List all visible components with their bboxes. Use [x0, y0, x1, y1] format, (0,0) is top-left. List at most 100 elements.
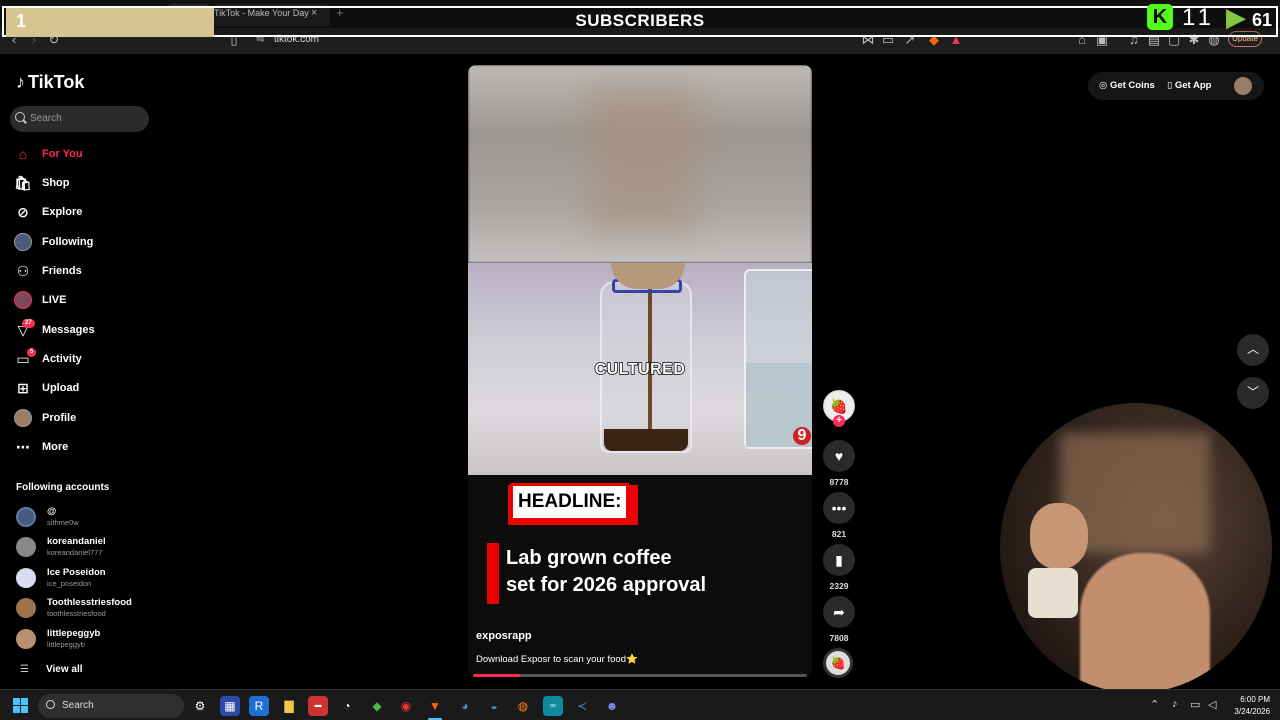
app-icon-7[interactable]: ◆	[367, 696, 387, 716]
video-progress-bar[interactable]	[473, 674, 807, 677]
taskbar-search[interactable]: Search	[38, 694, 184, 718]
tiktok-logo[interactable]: ♪ TikTok	[16, 72, 84, 93]
network-icon[interactable]: ▭	[1190, 698, 1200, 711]
discord-icon[interactable]: ☻	[602, 696, 622, 716]
following-accounts-header: Following accounts	[16, 482, 110, 493]
brave-browser-icon[interactable]: ▼	[425, 696, 445, 716]
account-name: littlepeggyb	[47, 628, 101, 639]
sidebar-item-upload[interactable]: ⊞ Upload	[14, 377, 154, 399]
file-explorer-icon[interactable]: ▇	[279, 696, 299, 716]
app-icon-6[interactable]: ◔	[337, 696, 357, 716]
sidebar-item-live[interactable]: LIVE	[14, 289, 154, 311]
sidebar-item-label: More	[42, 441, 69, 453]
upload-icon: ⊞	[17, 380, 29, 396]
search-icon	[15, 112, 25, 122]
sidebar-item-for-you[interactable]: ⌂ For You	[14, 143, 154, 165]
share-count: 7808	[829, 633, 849, 643]
webcam-person	[1080, 553, 1210, 693]
sidebar-item-label: Shop	[42, 177, 70, 189]
video-player[interactable]: 9 CULTURED HEADLINE: Lab grown coffee se…	[468, 65, 812, 677]
microphone-icon[interactable]: ♪	[1172, 698, 1178, 710]
story-accent-bar	[487, 543, 499, 604]
share-icon[interactable]: ➦	[823, 596, 855, 628]
sidebar-item-explore[interactable]: ⊘ Explore	[14, 201, 154, 223]
headline-label: HEADLINE:	[510, 483, 630, 521]
app-icon-8[interactable]: ◉	[396, 696, 416, 716]
blur-smear	[588, 85, 698, 235]
view-all-label: View all	[46, 664, 83, 675]
previous-video-button[interactable]: ︿	[1237, 334, 1269, 366]
tray-overflow-icon[interactable]: ⌃	[1150, 698, 1159, 711]
app-icon-3[interactable]: R	[249, 696, 269, 716]
sidebar-item-following[interactable]: Following	[14, 231, 154, 253]
video-blurred-top	[468, 65, 812, 263]
video-author[interactable]: exposrapp	[476, 630, 532, 642]
comment-count: 821	[831, 529, 847, 539]
app-icon-5[interactable]: ▬	[308, 696, 328, 716]
user-avatar[interactable]	[1234, 77, 1252, 95]
messages-badge: 27	[22, 319, 35, 328]
following-account-item[interactable]: Ice Poseidon ice_poseidon	[16, 564, 156, 592]
vscode-icon[interactable]: ≺	[572, 696, 592, 716]
sidebar-item-label: Profile	[42, 412, 77, 424]
sidebar-item-messages[interactable]: ▽ 27 Messages	[14, 319, 154, 341]
bookmark-icon[interactable]: ▮	[823, 544, 855, 576]
overlay-title: SUBSCRIBERS	[575, 11, 705, 30]
get-app-button[interactable]: ▯ Get App	[1167, 80, 1211, 91]
ellipsis-icon: ⋯	[16, 439, 30, 455]
sidebar-item-profile[interactable]: Profile	[14, 407, 154, 429]
search-input[interactable]: Search	[10, 106, 149, 132]
bookmark-count: 2329	[829, 581, 849, 591]
friends-icon: ⚇	[16, 263, 30, 279]
rumble-subscriber-count: 61	[1252, 10, 1273, 30]
avatar	[16, 507, 36, 527]
get-coins-label: Get Coins	[1109, 80, 1155, 91]
following-account-item[interactable]: littlepeggyb littlepeggyb	[16, 625, 156, 653]
sidebar-item-activity[interactable]: ▭ 5 Activity	[14, 348, 154, 370]
video-caption-word: CULTURED	[594, 360, 686, 379]
sidebar-item-friends[interactable]: ⚇ Friends	[14, 260, 154, 282]
follow-plus-icon[interactable]: +	[833, 415, 845, 427]
logo-text: TikTok	[28, 72, 85, 92]
following-account-item[interactable]: Toothlesstriesfood toothlesstriesfood	[16, 594, 156, 622]
get-coins-button[interactable]: ◎ Get Coins	[1099, 80, 1155, 91]
like-count: 8778	[829, 477, 849, 487]
windows-start-icon[interactable]	[13, 698, 29, 714]
sidebar-item-label: Following	[42, 236, 94, 248]
music-disc-icon[interactable]: 🍓	[823, 648, 853, 678]
following-account-item[interactable]: @ sithme0w	[16, 503, 156, 531]
sidebar-item-label: Friends	[42, 265, 82, 277]
firefox-icon[interactable]: ◍	[513, 696, 533, 716]
next-video-button[interactable]: ﹀	[1237, 377, 1269, 409]
kick-logo-icon: K	[1147, 4, 1173, 30]
sidebar-item-more[interactable]: ⋯ More	[14, 436, 154, 458]
live-avatar-icon	[14, 291, 32, 309]
coffee-liquid	[604, 429, 688, 451]
app-icon-1[interactable]: ⚙	[190, 696, 210, 716]
volume-icon[interactable]: ◁	[1208, 698, 1216, 711]
overlay-counter-box: 1	[6, 8, 214, 37]
avatar	[16, 568, 36, 588]
video-description: Download Exposr to scan your food⭐	[476, 654, 638, 665]
following-account-item[interactable]: koreandaniel koreandaniel777	[16, 533, 156, 561]
taskbar-clock[interactable]: 6:00 PM 3/24/2026	[1226, 694, 1270, 718]
following-avatar-icon	[14, 233, 32, 251]
avatar	[16, 537, 36, 557]
windows-taskbar: Search ⚙ ▦ R ▇ ▬ ◔ ◆ ◉ ▼ ◕ ◒ ◍ ∞ ≺ ☻ ⌃ ♪…	[0, 689, 1280, 720]
account-handle: sithme0w	[47, 518, 79, 527]
sidebar-item-label: For You	[42, 148, 83, 160]
sidebar-item-label: Messages	[42, 324, 95, 336]
edge-icon[interactable]: ◒	[484, 696, 504, 716]
sidebar-item-label: LIVE	[42, 294, 67, 306]
comment-icon[interactable]: •••	[823, 492, 855, 524]
clock-date: 3/24/2026	[1234, 707, 1270, 716]
sidebar-item-shop[interactable]: 🛍 Shop	[14, 172, 154, 194]
sidebar-item-label: Upload	[42, 382, 80, 394]
profile-avatar-icon	[14, 409, 32, 427]
home-icon: ⌂	[18, 146, 28, 162]
app-icon-2[interactable]: ▦	[220, 696, 240, 716]
coffee-stream	[648, 283, 652, 433]
app-icon-13[interactable]: ∞	[543, 696, 563, 716]
chrome-icon[interactable]: ◕	[455, 696, 475, 716]
heart-icon[interactable]: ♥	[823, 440, 855, 472]
